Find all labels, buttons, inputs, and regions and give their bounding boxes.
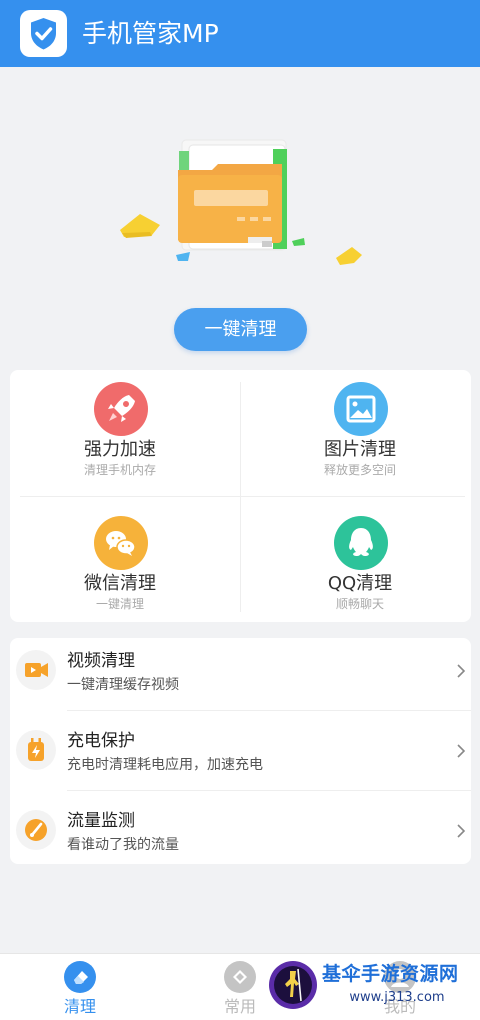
tools-list: 视频清理 一键清理缓存视频 充电保护 充电时清理耗电应用，加速充电 流量监测 看… [10, 638, 471, 864]
grid-item-image-clean[interactable]: 图片清理 释放更多空间 [250, 370, 470, 490]
eraser-icon [63, 960, 97, 994]
list-item-traffic-monitor[interactable]: 流量监测 看谁动了我的流量 [10, 798, 471, 873]
charging-icon [16, 730, 56, 770]
list-divider [67, 790, 471, 791]
list-title: 流量监测 [67, 811, 135, 831]
list-item-video-clean[interactable]: 视频清理 一键清理缓存视频 [10, 638, 471, 713]
grid-subtitle: 一键清理 [95, 597, 144, 611]
one-click-clean-button[interactable]: 一键清理 [174, 308, 307, 351]
grid-item-boost[interactable]: 强力加速 清理手机内存 [10, 370, 230, 490]
image-icon [334, 382, 388, 436]
shield-check-icon [20, 10, 67, 57]
grid-title: 微信清理 [84, 573, 156, 594]
chevron-right-icon [457, 824, 466, 838]
rocket-icon [94, 382, 148, 436]
grid-item-qq-clean[interactable]: QQ清理 顺畅聊天 [250, 504, 470, 624]
grid-subtitle: 顺畅聊天 [335, 597, 384, 611]
diamond-icon [223, 960, 257, 994]
list-subtitle: 看谁动了我的流量 [67, 837, 179, 853]
grid-divider-horizontal [20, 496, 465, 497]
video-icon [16, 650, 56, 690]
site-watermark: 基伞手游资源网 www.j313.com [268, 955, 476, 1017]
watermark-logo-icon [269, 961, 317, 1009]
list-subtitle: 一键清理缓存视频 [67, 677, 179, 693]
list-divider [67, 710, 471, 711]
app-title: 手机管家MP [82, 19, 219, 48]
list-subtitle: 充电时清理耗电应用，加速充电 [67, 757, 263, 773]
grid-subtitle: 清理手机内存 [83, 463, 156, 477]
app-header: 手机管家MP [0, 0, 480, 67]
feature-grid: 强力加速 清理手机内存 图片清理 释放更多空间 微信清理 一键清理 QQ清理 顺… [10, 370, 471, 622]
gauge-icon [16, 810, 56, 850]
watermark-text: 基伞手游资源网 [322, 963, 459, 985]
grid-divider-vertical [240, 382, 241, 612]
grid-subtitle: 释放更多空间 [323, 463, 396, 477]
grid-item-wechat-clean[interactable]: 微信清理 一键清理 [10, 504, 230, 624]
tab-clean[interactable]: 清理 [25, 958, 135, 1018]
tab-label: 清理 [63, 997, 96, 1016]
grid-title: 强力加速 [84, 439, 156, 460]
chevron-right-icon [457, 744, 466, 758]
list-title: 视频清理 [67, 651, 135, 671]
list-item-charge-protect[interactable]: 充电保护 充电时清理耗电应用，加速充电 [10, 718, 471, 793]
chevron-right-icon [457, 664, 466, 678]
wechat-icon [94, 516, 148, 570]
watermark-url: www.j313.com [349, 990, 445, 1005]
grid-title: QQ清理 [327, 573, 393, 594]
qq-icon [334, 516, 388, 570]
grid-title: 图片清理 [324, 439, 396, 460]
list-title: 充电保护 [67, 731, 135, 751]
